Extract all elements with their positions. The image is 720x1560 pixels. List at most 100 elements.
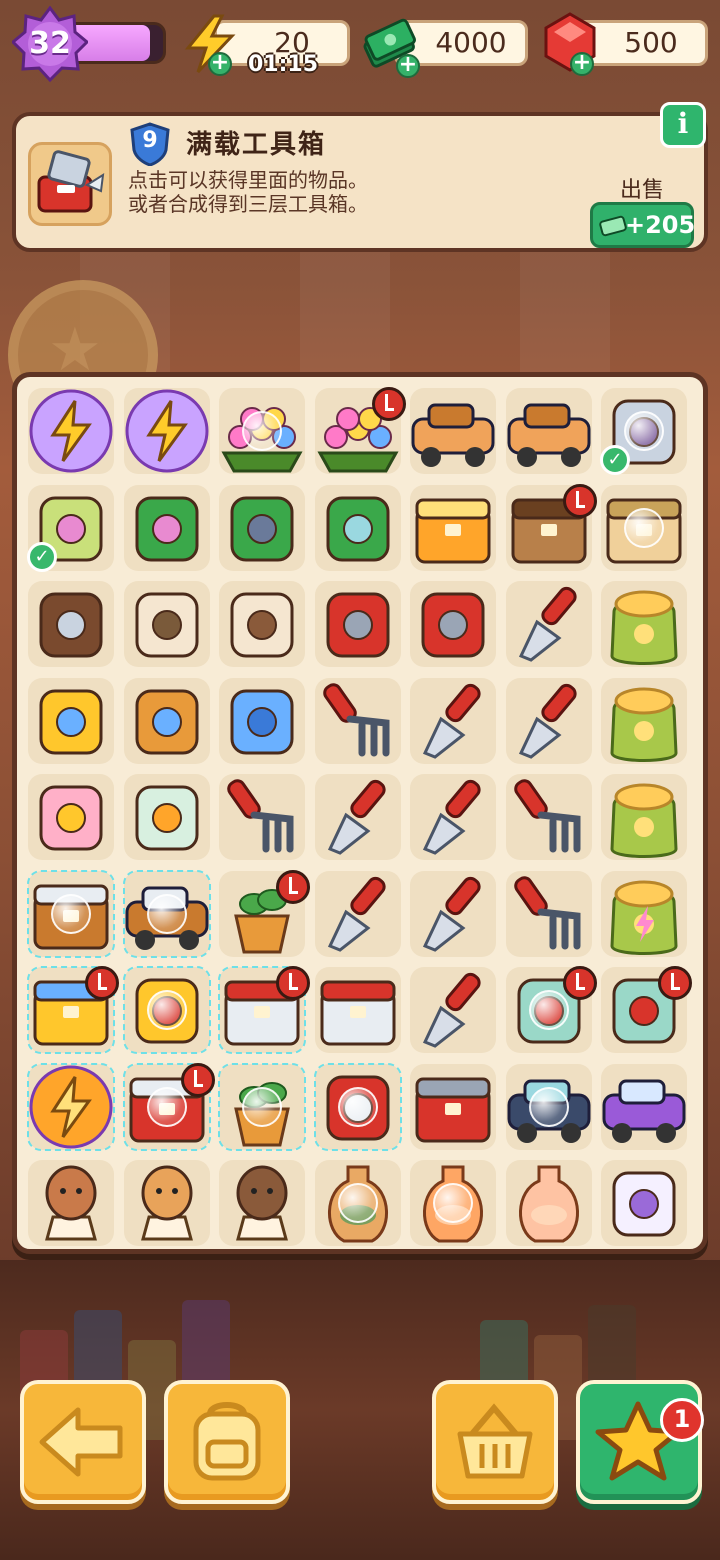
garden-fork-icon-graphic (227, 779, 294, 853)
merge-board: ✓ ✓ (12, 372, 708, 1254)
coin-sack-icon[interactable] (596, 576, 692, 672)
item-title: 满载工具箱 (186, 130, 327, 160)
ice-cream-sundae-icon-graphic (39, 785, 103, 851)
trowel-icon[interactable] (501, 673, 597, 769)
trowel-icon[interactable] (310, 866, 406, 962)
sell-button[interactable]: +205 (590, 202, 695, 248)
alpaca-bust-icon[interactable] (23, 1155, 119, 1251)
garden-fork-icon[interactable] (214, 769, 310, 865)
energy-orb-icon[interactable] (119, 383, 215, 479)
sunglasses-icon[interactable] (23, 673, 119, 769)
timer-clock-icon (85, 966, 119, 1000)
timer-clock-icon (562, 966, 597, 1000)
garden-fork-icon[interactable] (501, 866, 597, 962)
bubble-icon (242, 1086, 282, 1127)
bubble-icon (242, 411, 282, 451)
blue-button-icon[interactable] (214, 673, 310, 769)
top-bar: 32 20 + 01:15 4000 + 500 + (0, 0, 720, 92)
cardboard-stack-icon[interactable] (405, 383, 501, 479)
basket-button[interactable] (432, 1380, 558, 1504)
trowel-icon-graphic (422, 972, 481, 1048)
energy-timer: 01:15 (248, 52, 319, 77)
energy-orb-icon-graphic (125, 389, 208, 473)
timer-clock-icon (276, 869, 310, 904)
tiger-bust-icon-graphic (140, 1165, 193, 1241)
item-description: 点击可以获得里面的物品。 或者合成得到三层工具箱。 (128, 168, 368, 216)
ice-cream-sundae-icon[interactable] (23, 769, 119, 865)
pearl-lamp-icon[interactable] (596, 1155, 692, 1251)
trowel-icon[interactable] (405, 962, 501, 1058)
magnifying-glass-icon[interactable] (119, 673, 215, 769)
pruning-shears-icon[interactable] (310, 576, 406, 672)
bubble-icon (624, 411, 664, 451)
bubble-icon (146, 893, 187, 934)
squeegee-icon-graphic (135, 496, 198, 561)
checkmark-icon: ✓ (600, 445, 630, 475)
timer-clock-icon (658, 966, 692, 1000)
wanted-poster-icon-graphic (135, 592, 198, 658)
bubble-icon (433, 1183, 473, 1223)
alpaca-bust-icon-graphic (45, 1165, 97, 1241)
garden-fork-icon[interactable] (501, 769, 597, 865)
energy-orb-icon-graphic (29, 389, 113, 473)
coin-sack-icon[interactable] (596, 673, 692, 769)
timer-clock-icon (371, 387, 406, 421)
back-arrow-icon (39, 1407, 123, 1477)
yak-bust-icon-graphic (236, 1165, 288, 1241)
coin-sack-glow-icon[interactable] (596, 769, 692, 865)
tiger-bust-icon[interactable] (119, 1155, 215, 1251)
shovel-icon[interactable] (501, 576, 597, 672)
toolbox-icon[interactable] (405, 1059, 501, 1155)
toolbox-icon-graphic (415, 1077, 491, 1142)
bubble-icon (146, 1086, 187, 1127)
timer-clock-icon (276, 966, 310, 1000)
broom-handle-icon[interactable] (214, 480, 310, 576)
item-info-button[interactable]: i (660, 102, 706, 148)
trowel-icon[interactable] (405, 866, 501, 962)
trowel-icon[interactable] (405, 769, 501, 865)
seed-packet-icon[interactable] (214, 576, 310, 672)
bubble-tea-icon[interactable] (119, 769, 215, 865)
peach-vase-icon[interactable] (501, 1155, 597, 1251)
hatchet-icon[interactable] (405, 576, 501, 672)
backpack-button[interactable] (164, 1380, 290, 1504)
item-description-line: 或者合成得到三层工具箱。 (128, 192, 368, 216)
trowel-icon[interactable] (310, 769, 406, 865)
folder-icon[interactable] (23, 576, 119, 672)
hand-broom-icon[interactable] (310, 480, 406, 576)
coin-sack-icon-graphic (610, 590, 678, 665)
wanted-poster-icon[interactable] (119, 576, 215, 672)
squeegee-icon[interactable] (119, 480, 215, 576)
back-button[interactable] (20, 1380, 146, 1504)
broom-handle-icon-graphic (230, 496, 294, 561)
bubble-icon (51, 893, 91, 934)
add-energy-button[interactable]: + (208, 52, 232, 76)
trowel-icon[interactable] (405, 673, 501, 769)
shovel-icon-graphic (518, 586, 577, 662)
item-description-line: 点击可以获得里面的物品。 (128, 168, 368, 192)
favorites-notification-badge: 1 (660, 1398, 704, 1442)
add-gem-button[interactable]: + (570, 52, 594, 76)
coin-sack-icon-graphic (610, 687, 678, 762)
purple-car-icon[interactable] (596, 1059, 692, 1155)
seed-packet-icon-graphic (230, 592, 294, 658)
magnifying-glass-icon-graphic (135, 689, 198, 754)
item-level-number: 9 (142, 128, 158, 153)
garden-fork-icon[interactable] (310, 673, 406, 769)
bubble-icon (146, 990, 187, 1030)
yak-bust-icon[interactable] (214, 1155, 310, 1251)
timer-clock-icon (180, 1062, 215, 1097)
player-level-badge[interactable]: 32 (12, 6, 88, 82)
coin-sack-energy-icon[interactable] (596, 866, 692, 962)
trowel-icon-graphic (327, 876, 386, 952)
basket-icon (457, 1403, 533, 1479)
energy-orb-icon[interactable] (23, 383, 119, 479)
add-cash-button[interactable]: + (396, 54, 420, 78)
cardboard-box-icon-graphic (507, 403, 590, 467)
cardboard-box-icon[interactable] (501, 383, 597, 479)
player-level-number: 32 (29, 26, 71, 61)
first-aid-box-icon[interactable] (310, 962, 406, 1058)
bubble-tea-icon-graphic (135, 785, 198, 851)
juice-box-icon[interactable] (405, 480, 501, 576)
hatchet-icon-graphic (421, 592, 485, 658)
